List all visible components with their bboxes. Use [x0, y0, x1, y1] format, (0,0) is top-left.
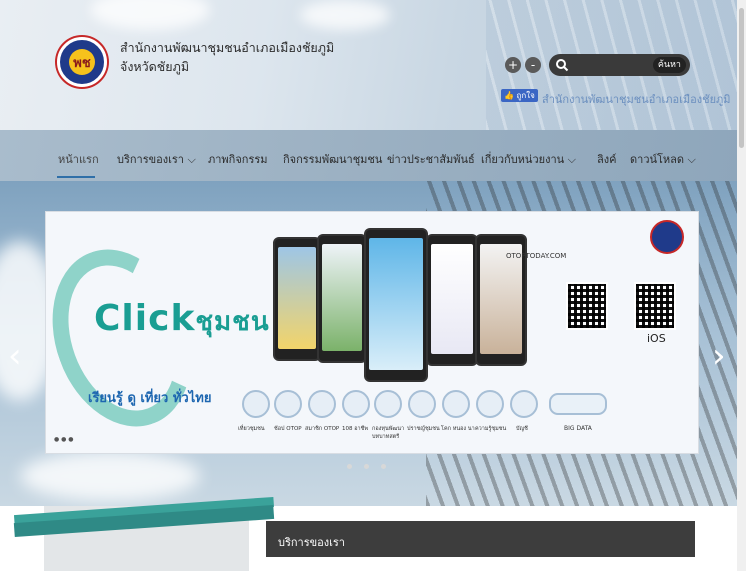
- big-data-icon[interactable]: [549, 393, 607, 415]
- icon-label: โคก หนอง นา: [441, 426, 475, 432]
- icon-label: กองทุนพัฒนาบทบาทสตรี: [372, 426, 405, 440]
- phone-mockup: [364, 228, 428, 382]
- facebook-like-button[interactable]: 👍 ถูกใจ: [501, 89, 538, 102]
- phone-mockup: [273, 237, 321, 361]
- scrollbar-thumb[interactable]: [739, 8, 744, 148]
- qr-code-android-icon[interactable]: [566, 282, 608, 330]
- header-cloud: [300, 0, 390, 30]
- big-data-label: BIG DATA: [564, 425, 592, 432]
- shop-otop-icon[interactable]: [274, 390, 302, 418]
- icon-label: 108 อาชีพ: [342, 426, 368, 432]
- site-header: พช สำนักงานพัฒนาชุมชนอำเภอเมืองชัยภูมิ จ…: [0, 0, 746, 130]
- nav-active-indicator: [57, 176, 95, 178]
- icon-label: ความรู้ชุมชน: [475, 426, 507, 432]
- content-section: บริการของเรา: [0, 496, 746, 571]
- travel-community-icon[interactable]: [242, 390, 270, 418]
- services-section-header: บริการของเรา: [266, 521, 695, 557]
- banner-web-label: OTOPTODAY.COM: [506, 252, 567, 260]
- search-box: ค้นหา: [549, 54, 690, 76]
- nav-item-links[interactable]: ลิงค์: [597, 150, 616, 168]
- logo-emblem-icon: พช: [69, 49, 95, 75]
- search-icon: [556, 59, 569, 72]
- header-cloud: [90, 0, 210, 30]
- nav-item-services[interactable]: บริการของเรา ⌵: [117, 150, 196, 168]
- phone-mockup: [317, 234, 367, 363]
- icon-label: บัญชี: [516, 426, 528, 432]
- services-title: บริการของเรา: [278, 536, 345, 549]
- nav-item-news[interactable]: ข่าวประชาสัมพันธ์: [387, 150, 475, 168]
- zoom-out-button[interactable]: -: [525, 57, 541, 73]
- banner-brand-th: ชุมชน: [195, 307, 270, 337]
- search-button[interactable]: ค้นหา: [652, 57, 686, 73]
- community-knowledge-icon[interactable]: [476, 390, 504, 418]
- search-input[interactable]: [573, 56, 657, 76]
- phone-mockup: [426, 234, 478, 366]
- site-subtitle: จังหวัดชัยภูมิ: [120, 59, 190, 74]
- ios-label: iOS: [647, 332, 666, 345]
- account-icon[interactable]: [510, 390, 538, 418]
- side-card: [13, 496, 275, 571]
- slider-prev-arrow[interactable]: ‹: [8, 339, 22, 373]
- zoom-in-button[interactable]: +: [505, 57, 521, 73]
- banner-slogan: เรียนรู้ ดู เที่ยว ทั่วไทย: [88, 391, 212, 406]
- page-scrollbar[interactable]: [737, 0, 746, 571]
- icon-label: เที่ยวชุมชน: [238, 426, 265, 432]
- nav-item-home[interactable]: หน้าแรก: [58, 150, 99, 168]
- slider-cloud: [20, 451, 200, 501]
- nav-item-activities[interactable]: กิจกรรมพัฒนาชุมชน: [283, 150, 382, 168]
- slider-dot[interactable]: [381, 464, 386, 469]
- facebook-page-link[interactable]: สำนักงานพัฒนาชุมชนอำเภอเมืองชัยภูมิ: [542, 90, 731, 108]
- banner-brand: Clickชุมชน: [94, 298, 270, 342]
- icon-label: สมาชิก OTOP: [305, 426, 340, 432]
- otop-member-icon[interactable]: [308, 390, 336, 418]
- slider-dot[interactable]: [364, 464, 369, 469]
- site-title: สำนักงานพัฒนาชุมชนอำเภอเมืองชัยภูมิ: [120, 40, 335, 55]
- slider-next-arrow[interactable]: ›: [712, 339, 726, 373]
- community-sage-icon[interactable]: [408, 390, 436, 418]
- women-fund-icon[interactable]: [374, 390, 402, 418]
- occupation-108-icon[interactable]: [342, 390, 370, 418]
- banner-emblem-icon: [650, 220, 684, 254]
- banner-brand-en: Click: [94, 298, 196, 339]
- click-chumchon-banner[interactable]: Clickชุมชน เรียนรู้ ดู เที่ยว ทั่วไทย OT…: [45, 211, 699, 454]
- nav-item-gallery[interactable]: ภาพกิจกรรม: [208, 150, 268, 168]
- nav-item-download[interactable]: ดาวน์โหลด ⌵: [630, 150, 696, 168]
- banner-partner-logos: ● ● ●: [54, 436, 74, 443]
- qr-code-ios-icon[interactable]: [634, 282, 676, 330]
- icon-label: ช้อป OTOP: [274, 426, 302, 432]
- khok-nong-na-icon[interactable]: [442, 390, 470, 418]
- icon-label: ปราชญ์ชุมชน: [407, 426, 440, 432]
- main-nav: หน้าแรก บริการของเรา ⌵ ภาพกิจกรรม กิจกรร…: [0, 130, 746, 181]
- slider-dot[interactable]: [347, 464, 352, 469]
- site-logo[interactable]: พช: [57, 37, 107, 87]
- nav-item-about[interactable]: เกี่ยวกับหน่วยงาน ⌵: [481, 150, 576, 168]
